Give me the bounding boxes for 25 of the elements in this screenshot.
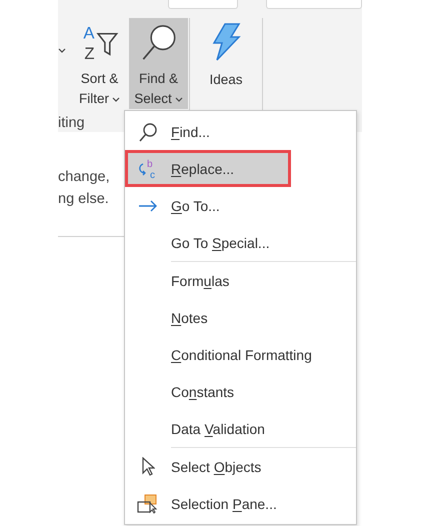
menu-item[interactable]: Data Validation (125, 410, 356, 447)
menu-item[interactable]: Constants (125, 373, 356, 410)
tooltip-text: ng else. (58, 190, 110, 209)
tooltip-text: change, (58, 168, 111, 187)
selection-pane-icon (137, 494, 159, 514)
menu-item[interactable]: Go To Special... (125, 224, 356, 261)
pointer-icon (141, 456, 155, 476)
menu-item[interactable]: Find... (125, 113, 356, 150)
group-label: iting (58, 115, 86, 131)
menu-item[interactable]: Selection Pane... (125, 485, 356, 522)
menu-item[interactable]: b c Replace... (125, 150, 291, 187)
menu-item[interactable]: Formulas (125, 262, 356, 299)
ideas-button[interactable]: Ideas (191, 18, 261, 109)
share-button[interactable] (168, 0, 238, 9)
find-select-button[interactable]: Find & Select (129, 18, 188, 109)
menu-item[interactable]: Go To... (125, 187, 356, 224)
search-icon (138, 122, 158, 142)
sort-filter-button[interactable]: A Z Sort & Filter (70, 18, 129, 109)
comments-button[interactable] (266, 0, 362, 9)
arrow-right-icon (138, 200, 158, 212)
menu-item[interactable]: Notes (125, 299, 356, 336)
menu-item[interactable]: Select Objects (125, 448, 356, 485)
chevron-icon (58, 48, 66, 53)
menu-item[interactable]: Conditional Formatting (125, 336, 356, 373)
lightning-icon (211, 22, 241, 62)
